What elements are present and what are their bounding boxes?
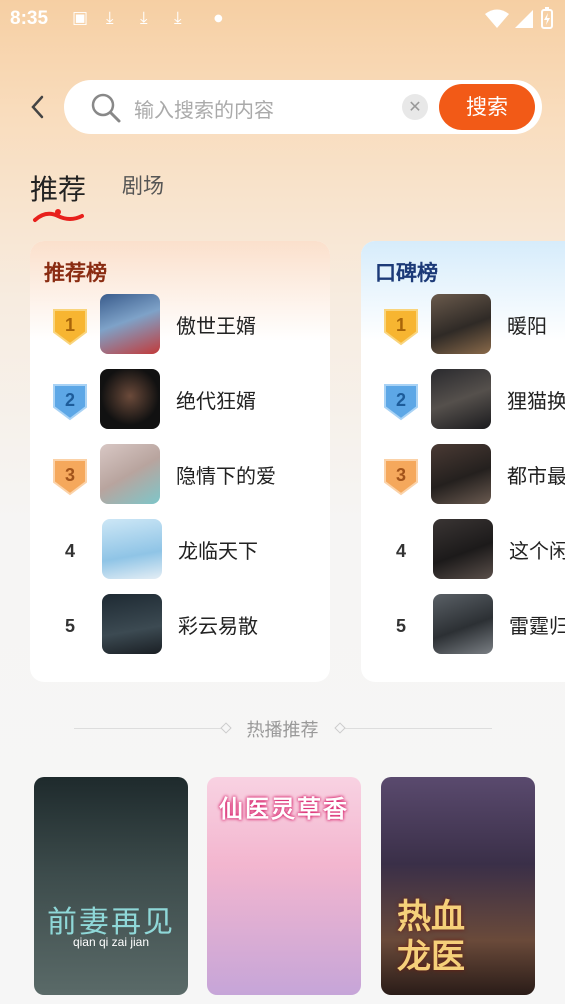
- rank-row[interactable]: 2 绝代狂婿: [30, 369, 330, 431]
- chevron-left-icon: [31, 95, 44, 119]
- rank-badge-bronze: 3: [50, 456, 90, 496]
- search-icon: [91, 93, 121, 123]
- drama-title: 都市最: [507, 464, 565, 488]
- dot-icon: ●: [214, 13, 223, 24]
- drama-thumbnail: [100, 294, 160, 354]
- drama-thumbnail: [100, 369, 160, 429]
- rank-card-recommend: 推荐榜 1 傲世王婿 2 绝代狂婿 3 隐情下的爱 4 龙临天下 5 彩云易散: [30, 241, 330, 682]
- rank-number-badge: 5: [381, 606, 421, 646]
- drama-title: 暖阳: [507, 314, 547, 338]
- rank-row[interactable]: 1 傲世王婿: [30, 294, 330, 356]
- status-bar: 8:35 ▣ ⤓ ⤓ ⤓ ●: [0, 0, 565, 40]
- drama-poster[interactable]: 仙医灵草香: [207, 777, 361, 995]
- drama-title: 傲世王婿: [176, 314, 256, 338]
- poster-title: 仙医灵草香: [219, 795, 349, 823]
- rank-number-badge: 4: [381, 531, 421, 571]
- rank-badge-silver: 2: [381, 381, 421, 421]
- rank-row[interactable]: 3 都市最: [361, 444, 565, 506]
- rank-row[interactable]: 3 隐情下的爱: [30, 444, 330, 506]
- rank-number-badge: 4: [50, 531, 90, 571]
- rank-number: 2: [395, 390, 406, 410]
- tab-recommend[interactable]: 推荐: [30, 168, 86, 208]
- drama-title: 彩云易散: [178, 614, 258, 638]
- drama-title: 隐情下的爱: [176, 464, 276, 488]
- drama-thumbnail: [100, 444, 160, 504]
- rank-badge-bronze: 3: [381, 456, 421, 496]
- drama-title: 龙临天下: [178, 539, 258, 563]
- drama-thumbnail: [433, 519, 493, 579]
- tab-active-indicator: [33, 209, 84, 222]
- rank-badge-gold: 1: [381, 306, 421, 346]
- drama-thumbnail: [431, 444, 491, 504]
- rank-number: 3: [64, 465, 75, 485]
- rank-number-badge: 5: [50, 606, 90, 646]
- rank-number: 5: [64, 616, 75, 636]
- rank-card-reputation: 口碑榜 1 暖阳 2 狸猫换 3 都市最 4 这个闲 5 雷霆归: [361, 241, 565, 682]
- drama-poster[interactable]: 前妻再见 qian qi zai jian: [34, 777, 188, 995]
- download-icon: ⤓: [140, 8, 148, 28]
- rank-row[interactable]: 5 雷霆归: [361, 594, 565, 656]
- drama-title: 绝代狂婿: [176, 389, 256, 413]
- image-notification-icon: ▣: [72, 8, 89, 28]
- search-button[interactable]: 搜索: [439, 84, 535, 130]
- drama-title: 雷霆归: [509, 614, 565, 638]
- rank-row[interactable]: 1 暖阳: [361, 294, 565, 356]
- rank-number: 1: [64, 315, 75, 335]
- rank-badge-silver: 2: [50, 381, 90, 421]
- search-input[interactable]: 输入搜索的内容: [134, 94, 274, 123]
- signal-icon: [515, 10, 533, 28]
- rank-number: 5: [395, 616, 406, 636]
- drama-thumbnail: [431, 294, 491, 354]
- clear-icon[interactable]: ✕: [402, 94, 428, 120]
- rank-number: 4: [64, 541, 75, 561]
- poster-subtitle: qian qi zai jian: [72, 935, 150, 949]
- rank-number: 4: [395, 541, 406, 561]
- drama-title: 狸猫换: [507, 389, 565, 413]
- tab-theater[interactable]: 剧场: [122, 170, 164, 200]
- drama-thumbnail: [102, 519, 162, 579]
- poster-title: 热血龙医: [397, 897, 465, 977]
- rank-row[interactable]: 4 这个闲: [361, 519, 565, 581]
- battery-icon: [541, 7, 553, 29]
- drama-title: 这个闲: [509, 539, 565, 563]
- drama-thumbnail: [431, 369, 491, 429]
- section-title-hot: 热播推荐: [246, 720, 319, 741]
- rank-number: 3: [395, 465, 406, 485]
- download-icon: ⤓: [106, 8, 114, 28]
- rank-number: 1: [395, 315, 406, 335]
- rank-number: 2: [64, 390, 75, 410]
- card-title: 推荐榜: [44, 261, 107, 285]
- rank-badge-gold: 1: [50, 306, 90, 346]
- back-button[interactable]: [26, 90, 50, 124]
- card-title: 口碑榜: [375, 261, 438, 285]
- status-time: 8:35: [10, 8, 49, 29]
- drama-thumbnail: [102, 594, 162, 654]
- rank-row[interactable]: 2 狸猫换: [361, 369, 565, 431]
- search-bar: 输入搜索的内容 ✕ 搜索: [64, 80, 542, 134]
- drama-thumbnail: [433, 594, 493, 654]
- rank-row[interactable]: 4 龙临天下: [30, 519, 330, 581]
- drama-poster[interactable]: 热血龙医: [381, 777, 535, 995]
- download-icon: ⤓: [174, 8, 182, 28]
- wifi-icon: [485, 9, 509, 28]
- rank-row[interactable]: 5 彩云易散: [30, 594, 330, 656]
